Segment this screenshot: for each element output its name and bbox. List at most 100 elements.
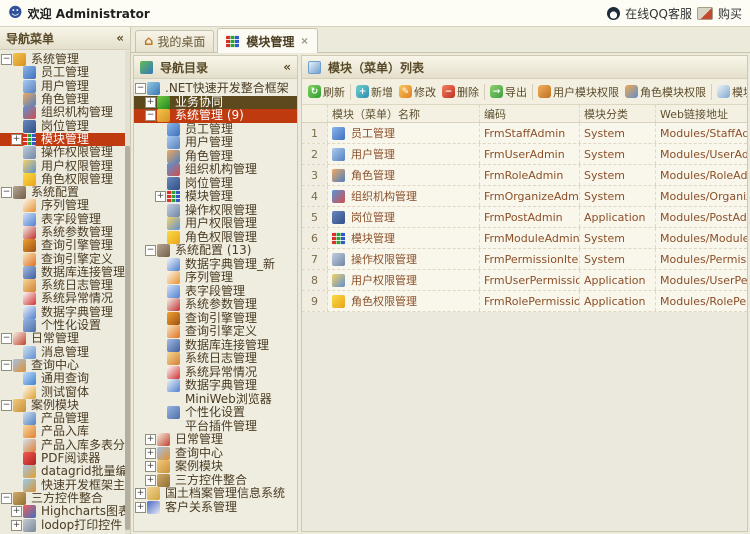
tree-item[interactable]: − 案例模块 — [0, 399, 130, 412]
tree-item[interactable]: 序列管理 — [0, 199, 130, 213]
tree-item[interactable]: − 日常管理 — [0, 332, 130, 346]
tree-item[interactable]: − 系统配置 — [0, 186, 130, 200]
table-row[interactable]: 1 员工管理 FrmStaffAdminSystem Modules/StaffAdm… — [302, 123, 747, 144]
add-button[interactable]: + 新增 — [353, 83, 396, 101]
tree-item[interactable]: 系统日志管理 — [134, 352, 297, 366]
table-row[interactable]: 9 角色权限管理 FrmRolePermissionAApplication Modu… — [302, 291, 747, 312]
tree-item[interactable]: 数据字典管理 — [0, 306, 130, 319]
tree-item[interactable]: 测试窗体 — [0, 385, 130, 399]
expander-icon[interactable]: − — [1, 333, 12, 345]
tree-item[interactable]: 系统异常情况 — [134, 366, 297, 380]
tree-item[interactable]: 角色管理 — [0, 93, 130, 107]
tree-item[interactable]: 系统异常情况 — [0, 292, 130, 306]
tree-item[interactable]: 数据库连接管理 — [0, 266, 130, 279]
tree-item[interactable]: 数据字典管理_新 — [134, 258, 297, 272]
tree-item[interactable]: + Highcharts图表 — [0, 505, 130, 519]
tree-item[interactable]: 系统参数管理 — [0, 226, 130, 239]
tree-item[interactable]: PDF阅读器 — [0, 452, 130, 466]
tree-item[interactable]: 用户管理 — [134, 136, 297, 150]
tree-item[interactable]: − 查询中心 — [0, 359, 130, 372]
expander-icon[interactable]: − — [1, 492, 12, 504]
tree-item[interactable]: 组织机构管理 — [134, 163, 297, 177]
tree-item[interactable]: MiniWeb浏览器 — [134, 393, 297, 407]
expander-icon[interactable]: − — [145, 110, 156, 122]
tree-item[interactable]: 角色权限管理 — [134, 231, 297, 245]
tree-item[interactable]: 数据库连接管理 — [134, 339, 297, 353]
grid-column-header[interactable]: 模块分类 — [580, 105, 656, 122]
modconfig-button[interactable]: 模块配置 — [714, 83, 747, 101]
expander-icon[interactable]: + — [11, 519, 22, 531]
tree-item[interactable]: datagrid批量编辑 — [0, 465, 130, 479]
expander-icon[interactable]: − — [145, 245, 156, 257]
expander-icon[interactable]: + — [145, 461, 156, 473]
online-service-link[interactable]: 在线QQ客服 — [625, 5, 692, 22]
tree-item[interactable]: 查询引擎定义 — [134, 325, 297, 339]
tree-item[interactable]: 用户权限管理 — [0, 159, 130, 173]
tree-item[interactable]: 通用查询 — [0, 372, 130, 386]
expander-icon[interactable]: + — [145, 96, 156, 108]
tree-item[interactable]: 查询引擎管理 — [0, 239, 130, 253]
expander-icon[interactable]: − — [1, 359, 12, 371]
tree-item[interactable]: − 三方控件整合 — [0, 492, 130, 505]
tree-item[interactable]: 查询引擎定义 — [0, 252, 130, 266]
tree-item[interactable]: + 客户关系管理 — [134, 501, 297, 515]
expander-icon[interactable]: + — [135, 488, 146, 500]
tree-item[interactable]: 系统参数管理 — [134, 298, 297, 312]
tree-item[interactable]: + 查询中心 — [134, 447, 297, 461]
tree-item[interactable]: 岗位管理 — [0, 119, 130, 133]
tree-item[interactable]: 用户管理 — [0, 80, 130, 93]
tree-item[interactable]: + 国土档案管理信息系统 — [134, 487, 297, 501]
left-scrollbar-thumb[interactable] — [125, 146, 130, 530]
tree-item[interactable]: 个性化设置 — [0, 319, 130, 333]
tree-item[interactable]: + 日常管理 — [134, 433, 297, 447]
tree-item[interactable]: 角色权限管理 — [0, 173, 130, 186]
expander-icon[interactable]: + — [11, 506, 22, 518]
export-button[interactable]: → 导出 — [487, 83, 530, 101]
rolemodperm-button[interactable]: 角色模块权限 — [622, 83, 709, 101]
table-row[interactable]: 4 组织机构管理 FrmOrganizeAdmin System Modules/Org… — [302, 186, 747, 207]
expander-icon[interactable]: − — [135, 83, 146, 95]
edit-button[interactable]: ✎ 修改 — [396, 83, 439, 101]
tree-item[interactable]: 产品入库多表分页 — [0, 439, 130, 452]
tree-item[interactable]: − .NET快速开发整合框架 — [134, 82, 297, 96]
tree-item[interactable]: 表字段管理 — [134, 285, 297, 299]
tab-my-desktop[interactable]: ⌂ 我的桌面 — [135, 30, 215, 52]
tree-item[interactable]: 角色管理 — [134, 150, 297, 164]
usermodperm-button[interactable]: 用户模块权限 — [535, 83, 622, 101]
tree-item[interactable]: 数据字典管理 — [134, 379, 297, 393]
tab-module-management[interactable]: 模块管理 × — [217, 28, 318, 53]
tree-item[interactable]: 产品入库 — [0, 425, 130, 439]
tree-item[interactable]: 用户权限管理 — [134, 217, 297, 231]
collapse-nav-panel-icon[interactable]: « — [283, 60, 291, 74]
collapse-left-panel-icon[interactable]: « — [116, 31, 124, 45]
expander-icon[interactable]: − — [1, 187, 12, 199]
expander-icon[interactable]: + — [145, 447, 156, 459]
tree-item[interactable]: 表字段管理 — [0, 213, 130, 226]
grid-column-header[interactable]: Web链接地址 — [656, 105, 747, 122]
tree-item[interactable]: 操作权限管理 — [0, 146, 130, 160]
tree-item[interactable]: 操作权限管理 — [134, 204, 297, 218]
tree-item[interactable]: 快速开发框架主页 — [0, 479, 130, 492]
expander-icon[interactable]: + — [155, 191, 166, 203]
tree-item[interactable]: 员工管理 — [0, 66, 130, 80]
tree-item[interactable]: − 系统配置 (13) — [134, 244, 297, 258]
tree-item[interactable]: 消息管理 — [0, 346, 130, 359]
grid-column-header[interactable]: 编码 — [480, 105, 580, 122]
tree-item[interactable]: 个性化设置 — [134, 406, 297, 420]
expander-icon[interactable]: − — [1, 399, 12, 411]
tree-item[interactable]: + 模块管理 — [0, 132, 130, 147]
tree-item[interactable]: + 案例模块 — [134, 460, 297, 474]
tree-item[interactable]: − 系统管理 (9) — [134, 109, 297, 123]
left-scrollbar[interactable] — [125, 51, 130, 534]
expander-icon[interactable]: − — [1, 54, 12, 66]
tree-item[interactable]: 序列管理 — [134, 271, 297, 285]
grid-column-header[interactable] — [302, 105, 328, 122]
expander-icon[interactable]: + — [135, 501, 146, 513]
expander-icon[interactable]: + — [145, 474, 156, 486]
expander-icon[interactable]: + — [145, 434, 156, 446]
refresh-button[interactable]: ↻ 刷新 — [305, 83, 348, 101]
table-row[interactable]: 6 模块管理 FrmModuleAdminSystem Modules/ModuleA… — [302, 228, 747, 249]
tree-item[interactable]: + 三方控件整合 — [134, 474, 297, 488]
tree-item[interactable]: 产品管理 — [0, 412, 130, 426]
tree-item[interactable]: + lodop打印控件 — [0, 518, 130, 532]
